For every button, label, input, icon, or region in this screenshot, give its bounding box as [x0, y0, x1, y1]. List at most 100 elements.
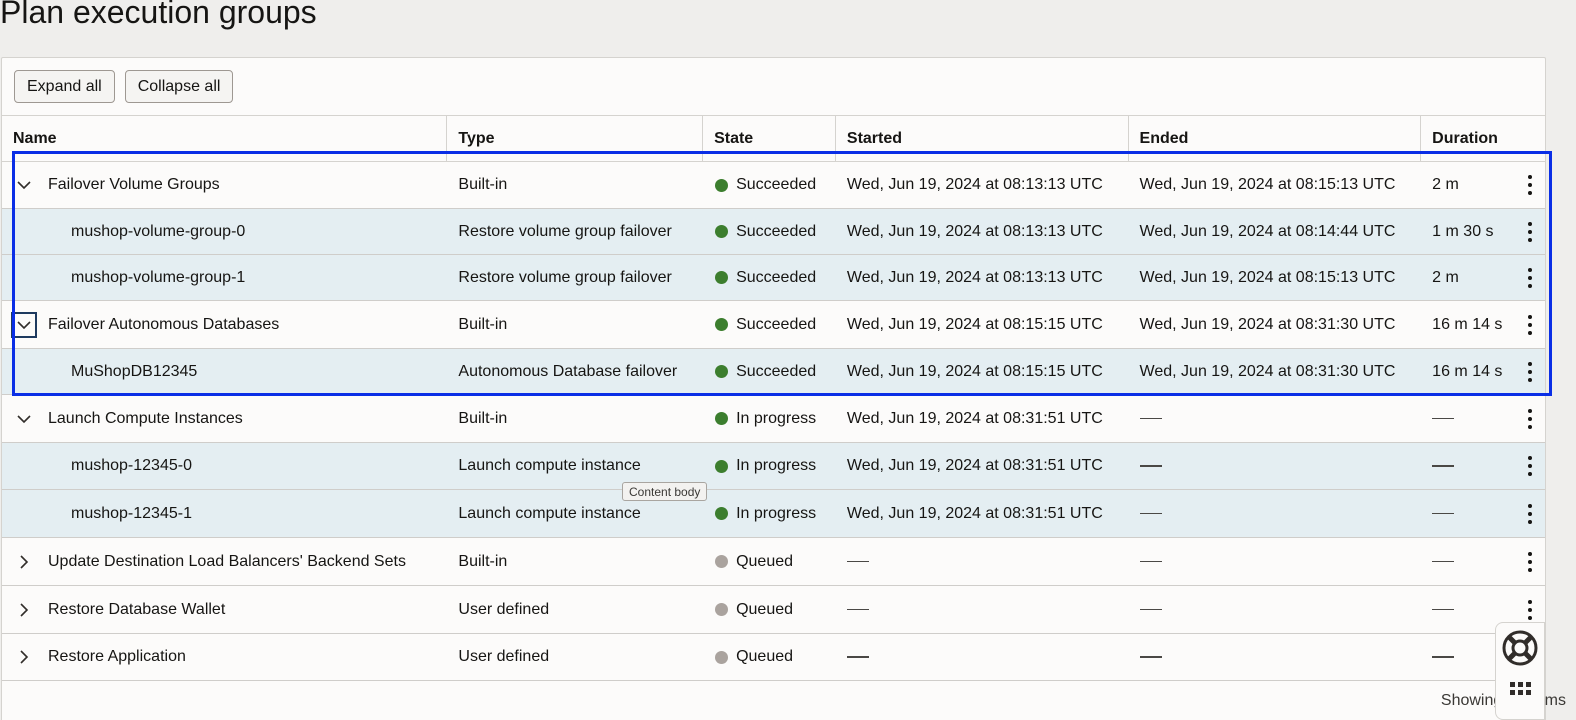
status-dot-icon — [715, 459, 729, 473]
grid-icon[interactable] — [1509, 682, 1531, 695]
chevron-right-icon[interactable] — [11, 644, 37, 670]
name-cell: Launch Compute Instances — [2, 406, 447, 432]
collapse-all-button[interactable]: Collapse all — [124, 70, 234, 103]
status-dot-icon — [715, 555, 729, 568]
ended-cell — [1129, 512, 1422, 515]
state-cell: In progress — [703, 457, 836, 475]
group-row[interactable]: Failover Autonomous Databases Built-in Suc… — [2, 301, 1545, 349]
state-label: Succeeded — [736, 176, 817, 193]
ended-cell — [1129, 465, 1422, 467]
kebab-menu-icon[interactable] — [1527, 314, 1533, 335]
name-cell: Failover Volume Groups — [2, 172, 447, 198]
started-cell: Wed, Jun 19, 2024 at 08:31:51 UTC — [846, 409, 1103, 427]
kebab-menu-icon[interactable] — [1527, 456, 1533, 476]
kebab-menu-icon[interactable] — [1527, 408, 1533, 429]
group-row[interactable]: Update Destination Load Balancers' Backe… — [2, 538, 1545, 586]
help-widget[interactable] — [1495, 622, 1545, 720]
ended-cell: Wed, Jun 19, 2024 at 08:14:44 UTC — [1139, 222, 1396, 240]
status-dot-icon — [715, 603, 729, 616]
ended-cell — [1129, 608, 1422, 611]
kebab-menu-icon[interactable] — [1527, 175, 1533, 195]
state-label: Succeeded — [736, 268, 817, 286]
type-cell: Built-in — [458, 409, 508, 427]
column-header-state[interactable]: State — [703, 116, 836, 161]
chevron-down-icon[interactable] — [11, 406, 37, 432]
step-name: mushop-volume-group-1 — [71, 268, 246, 286]
state-cell: Queued — [703, 601, 836, 619]
started-cell — [836, 656, 1129, 658]
group-row[interactable]: Launch Compute Instances Built-in In progr… — [2, 395, 1545, 443]
state-cell: Succeeded — [703, 316, 836, 334]
state-label: In progress — [736, 409, 817, 427]
column-header-duration[interactable]: Duration — [1421, 116, 1545, 161]
column-header-name[interactable]: Name — [2, 116, 448, 161]
ended-cell — [1129, 560, 1422, 563]
status-dot-icon — [715, 225, 729, 238]
type-cell: Restore volume group failover — [458, 222, 672, 240]
kebab-menu-icon[interactable] — [1527, 221, 1533, 242]
step-row[interactable]: mushop-12345-1 Launch compute instance In … — [2, 490, 1545, 538]
type-cell: Autonomous Database failover — [458, 362, 678, 380]
state-label: Succeeded — [736, 362, 817, 380]
content-body-tooltip: Content body — [622, 482, 708, 501]
lifebuoy-icon[interactable] — [1501, 629, 1539, 672]
empty-dash — [1432, 656, 1455, 658]
chevron-down-icon[interactable] — [11, 311, 37, 338]
table-header: Name Type State Started Ended Duration — [2, 116, 1545, 162]
state-label: In progress — [736, 504, 817, 522]
started-cell: Wed, Jun 19, 2024 at 08:15:15 UTC — [846, 362, 1103, 380]
ended-cell: Wed, Jun 19, 2024 at 08:15:13 UTC — [1139, 176, 1396, 193]
started-cell: Wed, Jun 19, 2024 at 08:13:13 UTC — [846, 222, 1103, 240]
status-dot-icon — [715, 412, 729, 425]
state-cell: Succeeded — [703, 363, 836, 381]
chevron-right-icon[interactable] — [11, 597, 37, 623]
name-cell: mushop-12345-0 — [2, 457, 447, 475]
type-cell: User defined — [458, 648, 550, 665]
group-row[interactable]: Restore Database Wallet User defined Queue… — [2, 586, 1545, 634]
chevron-down-icon[interactable] — [11, 172, 37, 198]
state-cell: Queued — [703, 553, 836, 571]
group-name: Restore Application — [48, 648, 186, 665]
state-cell: In progress — [703, 410, 836, 428]
column-header-ended[interactable]: Ended — [1129, 116, 1422, 161]
status-dot-icon — [715, 271, 729, 284]
type-cell: Built-in — [458, 176, 508, 193]
empty-dash — [1432, 465, 1455, 467]
empty-dash — [1139, 512, 1162, 515]
empty-dash — [1432, 512, 1455, 515]
empty-dash — [1432, 560, 1455, 563]
state-label: Succeeded — [736, 222, 817, 240]
kebab-menu-icon[interactable] — [1527, 599, 1533, 620]
state-cell: Succeeded — [703, 223, 836, 241]
name-cell: mushop-volume-group-1 — [2, 269, 447, 287]
name-cell: Update Destination Load Balancers' Backe… — [2, 549, 447, 575]
group-name: Failover Volume Groups — [48, 176, 220, 193]
name-cell: Failover Autonomous Databases — [2, 311, 447, 338]
empty-dash — [846, 608, 869, 611]
state-cell: Queued — [703, 648, 836, 666]
group-name: Launch Compute Instances — [48, 409, 243, 427]
kebab-menu-icon[interactable] — [1527, 503, 1533, 524]
type-cell: User defined — [458, 600, 550, 618]
group-row[interactable]: Failover Volume Groups Built-in Succeeded W… — [2, 162, 1545, 209]
status-dot-icon — [715, 507, 729, 520]
started-cell: Wed, Jun 19, 2024 at 08:31:51 UTC — [846, 504, 1103, 522]
column-header-type[interactable]: Type — [447, 116, 704, 161]
step-row[interactable]: mushop-volume-group-1 Restore volume grou… — [2, 255, 1545, 301]
group-row[interactable]: Restore Application User defined Queued — [2, 634, 1545, 681]
step-row[interactable]: mushop-volume-group-0 Restore volume grou… — [2, 209, 1545, 255]
chevron-right-icon[interactable] — [11, 549, 37, 575]
status-dot-icon — [715, 365, 729, 378]
group-name: Restore Database Wallet — [48, 600, 226, 618]
empty-dash — [1139, 656, 1162, 658]
step-row[interactable]: MuShopDB12345 Autonomous Database failove… — [2, 349, 1545, 395]
type-cell: Launch compute instance — [458, 504, 641, 522]
kebab-menu-icon[interactable] — [1527, 551, 1533, 572]
column-header-started[interactable]: Started — [836, 116, 1129, 161]
expand-all-button[interactable]: Expand all — [14, 70, 115, 103]
step-row[interactable]: mushop-12345-0 Launch compute instance In … — [2, 443, 1545, 490]
empty-dash — [1139, 560, 1162, 563]
kebab-menu-icon[interactable] — [1527, 361, 1533, 382]
kebab-menu-icon[interactable] — [1527, 267, 1533, 288]
ended-cell — [1129, 656, 1422, 658]
